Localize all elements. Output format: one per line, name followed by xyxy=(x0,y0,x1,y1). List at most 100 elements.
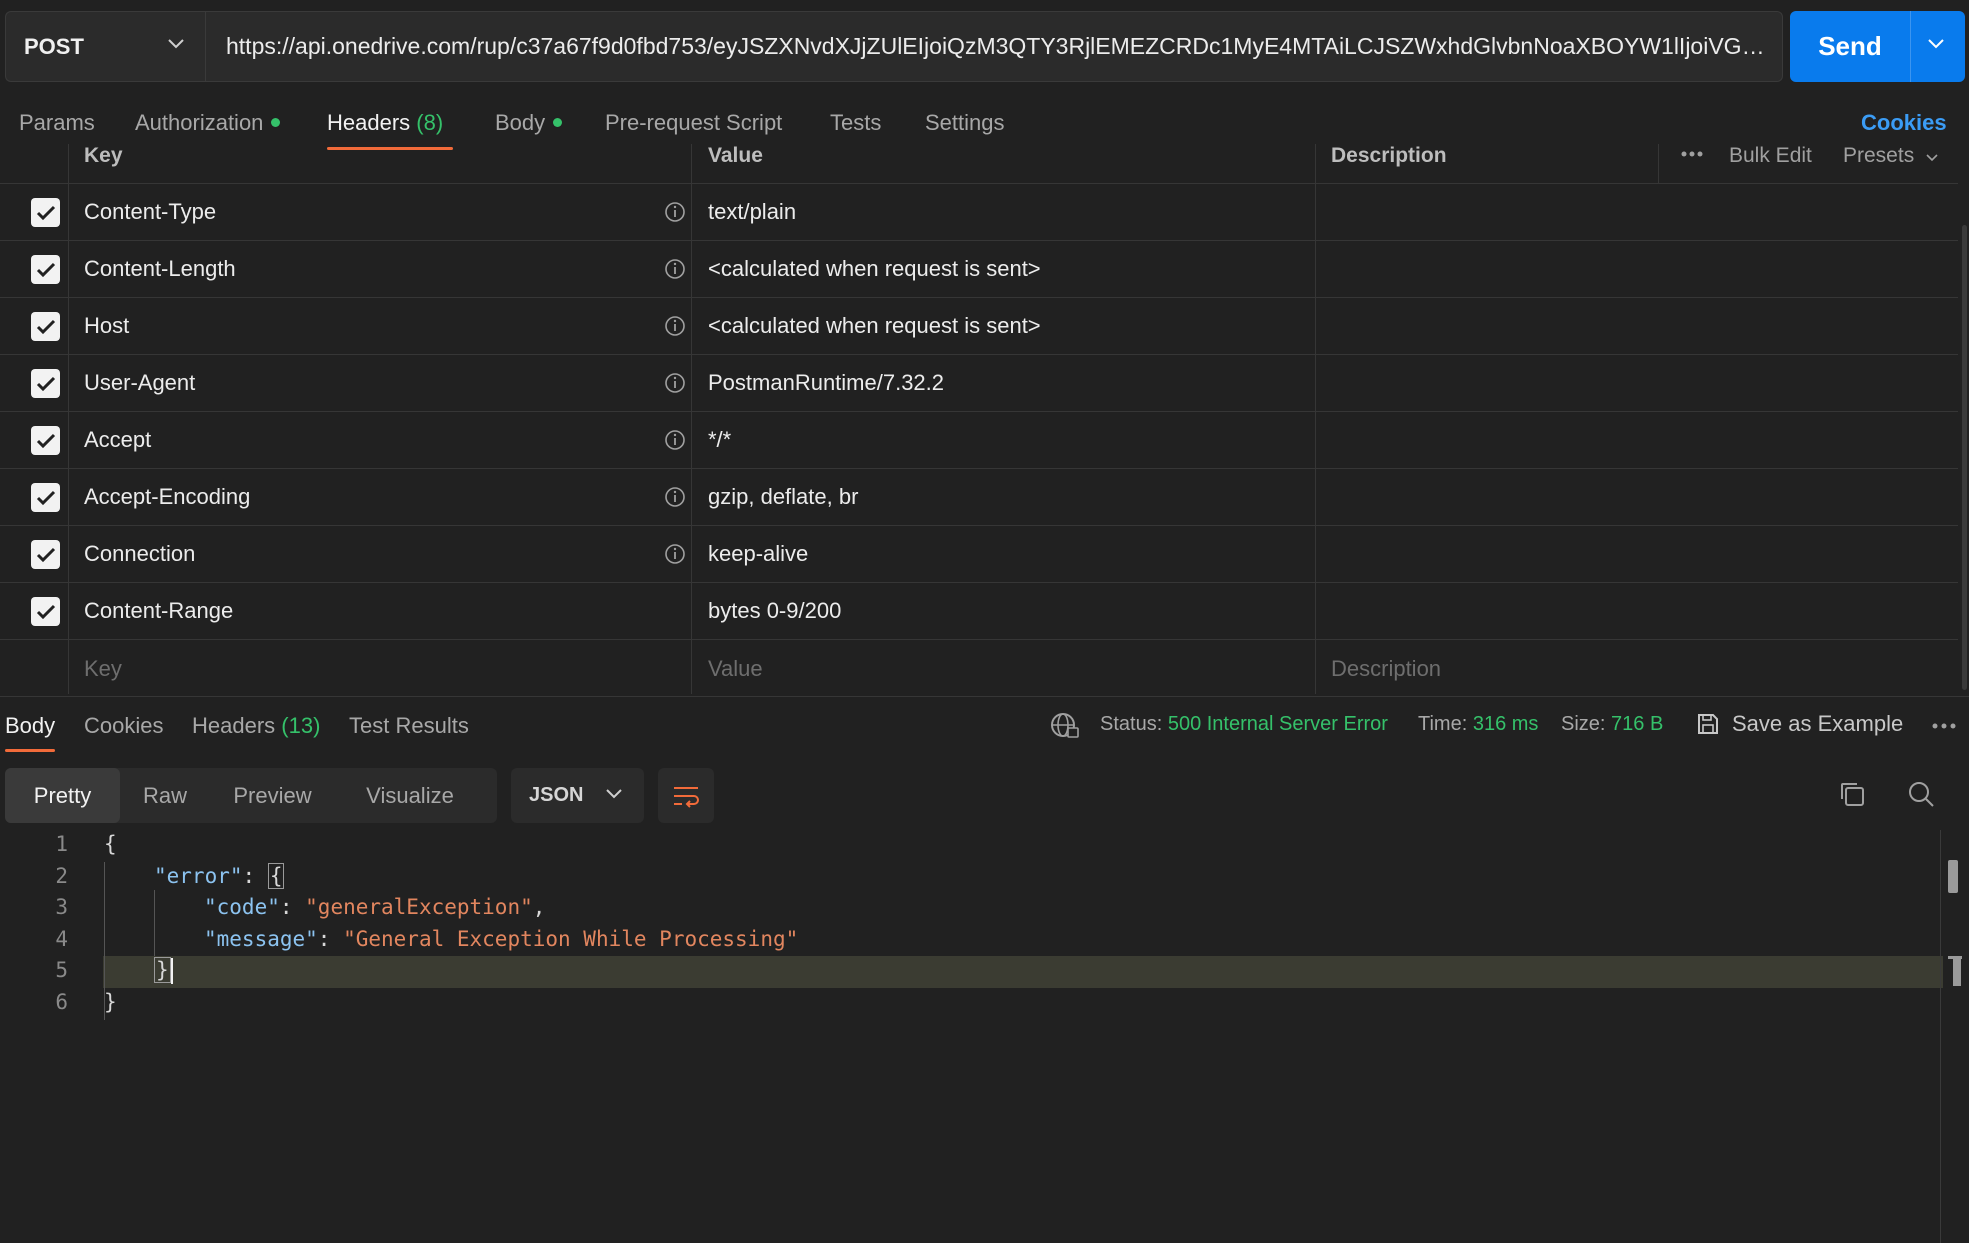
row-enabled-checkbox[interactable] xyxy=(31,198,60,227)
row-enabled-checkbox[interactable] xyxy=(31,255,60,284)
new-description-input[interactable]: Description xyxy=(1331,656,1441,682)
response-tab-body[interactable]: Body xyxy=(5,713,55,739)
tab-settings[interactable]: Settings xyxy=(925,110,1005,136)
checkmark-icon xyxy=(36,604,55,619)
save-icon xyxy=(1698,714,1718,734)
tab-pre-request-script[interactable]: Pre-request Script xyxy=(605,110,782,136)
view-preview[interactable]: Preview xyxy=(210,768,335,823)
info-icon[interactable] xyxy=(664,315,686,337)
tab-body[interactable]: Body xyxy=(495,110,563,136)
presets-dropdown[interactable]: Presets xyxy=(1843,144,1938,168)
more-options-icon[interactable] xyxy=(1931,722,1957,730)
header-key[interactable]: Accept-Encoding xyxy=(84,484,250,510)
header-key[interactable]: User-Agent xyxy=(84,370,195,396)
wrap-lines-button[interactable] xyxy=(658,768,714,823)
checkmark-icon xyxy=(36,490,55,505)
json-brace: { xyxy=(267,863,285,889)
tab-headers-label: Headers xyxy=(327,110,411,135)
code-line: } xyxy=(104,990,117,1014)
tab-params[interactable]: Params xyxy=(19,110,95,136)
row-enabled-checkbox[interactable] xyxy=(31,597,60,626)
header-value[interactable]: text/plain xyxy=(708,199,796,225)
format-label: JSON xyxy=(529,784,584,806)
send-divider xyxy=(1910,11,1911,82)
json-key: "message" xyxy=(204,927,318,951)
json-brace: } xyxy=(104,990,117,1014)
tab-headers[interactable]: Headers (8) xyxy=(327,110,443,136)
header-key[interactable]: Content-Length xyxy=(84,256,236,282)
save-as-example-button[interactable]: Save as Example xyxy=(1696,711,1903,737)
header-value[interactable]: gzip, deflate, br xyxy=(708,484,858,510)
info-icon[interactable] xyxy=(664,429,686,451)
json-string: "General Exception While Processing" xyxy=(343,927,799,951)
tab-settings-label: Settings xyxy=(925,110,1005,135)
new-value-input[interactable]: Value xyxy=(708,656,763,682)
info-icon[interactable] xyxy=(664,201,686,223)
header-key[interactable]: Content-Type xyxy=(84,199,216,225)
format-select[interactable]: JSON xyxy=(511,768,644,823)
response-tab-cookies[interactable]: Cookies xyxy=(84,713,163,739)
response-divider xyxy=(0,696,1969,697)
request-bar: POST https://api.onedrive.com/rup/c37a67… xyxy=(5,11,1965,82)
indent-guide xyxy=(154,890,155,956)
row-enabled-checkbox[interactable] xyxy=(31,426,60,455)
header-key[interactable]: Host xyxy=(84,313,129,339)
info-icon[interactable] xyxy=(664,372,686,394)
info-icon[interactable] xyxy=(664,486,686,508)
save-as-example-label: Save as Example xyxy=(1732,711,1904,736)
editor-scrollbar-thumb[interactable] xyxy=(1948,860,1958,893)
checkmark-icon xyxy=(36,262,55,277)
cookies-link[interactable]: Cookies xyxy=(1861,110,1947,136)
send-button[interactable]: Send xyxy=(1790,11,1965,82)
table-row: Host <calculated when request is sent> xyxy=(0,298,1958,355)
row-enabled-checkbox[interactable] xyxy=(31,369,60,398)
table-row: Content-Length <calculated when request i… xyxy=(0,241,1958,298)
url-input[interactable]: https://api.onedrive.com/rup/c37a67f9d0f… xyxy=(205,11,1783,82)
row-enabled-checkbox[interactable] xyxy=(31,483,60,512)
table-scrollbar[interactable] xyxy=(1962,225,1967,690)
network-globe-icon[interactable] xyxy=(1050,712,1080,740)
info-icon[interactable] xyxy=(664,258,686,280)
method-select[interactable]: POST xyxy=(5,11,205,82)
status-value: 500 Internal Server Error xyxy=(1167,713,1388,735)
new-key-input[interactable]: Key xyxy=(84,656,122,682)
response-body-editor[interactable]: 1 2 3 4 5 6 { "error": { "code": "genera… xyxy=(0,830,1969,1243)
copy-icon[interactable] xyxy=(1838,780,1866,808)
header-key[interactable]: Content-Range xyxy=(84,598,233,624)
header-value[interactable]: bytes 0-9/200 xyxy=(708,598,841,624)
header-key[interactable]: Connection xyxy=(84,541,195,567)
response-tab-test-results[interactable]: Test Results xyxy=(349,713,469,739)
send-label: Send xyxy=(1818,31,1882,61)
row-enabled-checkbox[interactable] xyxy=(31,312,60,341)
tab-tests[interactable]: Tests xyxy=(830,110,881,136)
checkmark-icon xyxy=(36,433,55,448)
header-key[interactable]: Accept xyxy=(84,427,151,453)
tab-authorization[interactable]: Authorization xyxy=(135,110,281,136)
view-raw[interactable]: Raw xyxy=(120,768,210,823)
send-options-chevron-icon[interactable] xyxy=(1927,38,1945,50)
status-dot xyxy=(271,117,281,127)
header-value[interactable]: */* xyxy=(708,427,731,453)
size-value: 716 B xyxy=(1611,713,1664,735)
json-key: "code" xyxy=(204,895,280,919)
line-number: 2 xyxy=(55,864,68,888)
view-pretty[interactable]: Pretty xyxy=(5,768,120,823)
header-value[interactable]: keep-alive xyxy=(708,541,808,567)
current-line-highlight xyxy=(103,956,1943,988)
response-tab-headers[interactable]: Headers (13) xyxy=(192,713,320,739)
table-row: Connection keep-alive xyxy=(0,526,1958,583)
header-value[interactable]: <calculated when request is sent> xyxy=(708,313,1041,339)
checkmark-icon xyxy=(36,376,55,391)
status-label: Status: xyxy=(1100,713,1163,735)
more-options-icon[interactable] xyxy=(1680,150,1704,158)
header-value[interactable]: <calculated when request is sent> xyxy=(708,256,1041,282)
code-line: "error": { xyxy=(154,863,285,889)
row-enabled-checkbox[interactable] xyxy=(31,540,60,569)
table-row: Content-Range bytes 0-9/200 xyxy=(0,583,1958,640)
search-icon[interactable] xyxy=(1907,780,1935,808)
info-icon[interactable] xyxy=(664,543,686,565)
bulk-edit-button[interactable]: Bulk Edit xyxy=(1729,144,1812,168)
view-visualize[interactable]: Visualize xyxy=(335,768,485,823)
header-value[interactable]: PostmanRuntime/7.32.2 xyxy=(708,370,944,396)
tab-prerequest-label: Pre-request Script xyxy=(605,110,783,135)
